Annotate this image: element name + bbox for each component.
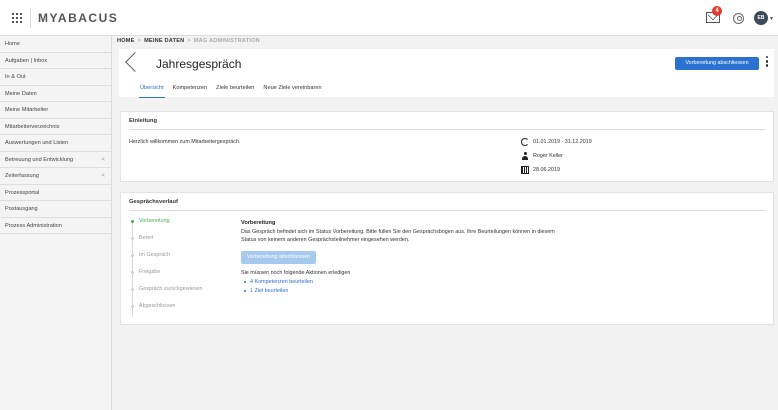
tab-neue-ziele[interactable]: Neue Ziele vereinbaren [263,83,321,97]
cycle-icon [521,138,529,146]
breadcrumb-meine-daten[interactable]: MEINE DATEN [144,38,184,44]
sidebar-item-label: Meine Daten [5,90,37,97]
sidebar-item-label: In & Out [5,74,26,80]
chevron-down-icon[interactable]: ▾ [770,15,773,22]
breadcrumb-separator: > [137,38,142,44]
chevron-left-icon: < [101,156,105,163]
step-vorbereitung: Vorbereitung [131,218,170,224]
sidebar-item-zeiterfassung[interactable]: Zeiterfassung < [0,168,111,185]
tab-uebersicht[interactable]: Übersicht [139,83,165,98]
tab-bar: Übersicht Kompetenzen Ziele beurteilen N… [139,83,331,98]
app-logo[interactable]: MYABACUS [38,11,118,25]
step-bereit: Bereit [131,235,153,241]
divider [129,129,765,130]
sidebar: Home Aufgaben | Inbox In & Out Meine Dat… [0,36,112,410]
breadcrumb-current: MAG ADMINISTRATION [193,38,260,44]
bullet-icon [244,289,246,292]
welcome-text: Herzlich willkommen zum Mitarbeitergespr… [129,139,241,145]
calendar-icon [521,166,529,174]
page-header: Jahresgespräch Vorbereitung abschliessen… [119,49,774,98]
status-description: Das Gespräch befindet sich im Status Vor… [241,229,555,244]
main-content: HOME > MEINE DATEN > MAG ADMINISTRATION Jahr… [112,36,778,410]
step-im-gespraech: Im Gespräch [131,252,170,258]
sidebar-item-label: Postausgang [5,206,38,212]
finish-preparation-disabled-button[interactable]: Vorbereitung abschliessen [241,251,316,264]
sidebar-item-prozess-administration[interactable]: Prozess Administration [0,218,111,234]
sidebar-item-label: Meine Mitarbeiter [5,107,49,113]
sidebar-item-label: Prozess Administration [5,222,62,229]
chevron-left-icon: < [101,173,105,179]
sidebar-item-label: Home [5,41,20,47]
action-link-ziel[interactable]: 1 Ziel beurteilen [244,288,288,294]
step-abgeschlossen: Abgeschlossen [131,303,176,309]
divider [129,210,765,211]
user-circle-icon[interactable] [733,13,744,24]
breadcrumb: HOME > MEINE DATEN > MAG ADMINISTRATION [117,38,260,44]
logo-divider [30,8,31,28]
sidebar-item-auswertungen[interactable]: Auswertungen und Listen [0,135,111,152]
intro-card: Einleitung Herzlich willkommen zum Mitar… [120,111,774,182]
bullet-icon [244,280,246,283]
sidebar-item-postausgang[interactable]: Postausgang [0,201,111,218]
person-icon [521,152,529,160]
mail-count-badge: 4 [712,6,722,16]
person-text: Roger Keller [533,153,563,159]
sidebar-item-label: Betreuung und Entwicklung [5,156,74,163]
more-options-icon[interactable] [765,56,769,70]
status-title: Vorbereitung [241,220,276,226]
apps-grid-icon[interactable] [12,13,22,23]
sidebar-item-label: Mitarbeiterverzeichnis [5,123,60,130]
back-chevron-icon[interactable] [125,52,145,72]
sidebar-item-home[interactable]: Home [0,36,111,53]
sidebar-item-prozessportal[interactable]: Prozessportal [0,185,111,201]
page-title: Jahresgespräch [156,57,242,71]
sidebar-item-meine-mitarbeiter[interactable]: Meine Mitarbeiter [0,102,111,119]
date-text: 28.06.2019 [533,167,560,173]
tab-ziele-beurteilen[interactable]: Ziele beurteilen [216,83,254,97]
sidebar-item-in-out[interactable]: In & Out [0,69,111,86]
sidebar-item-mitarbeiterverzeichnis[interactable]: Mitarbeiterverzeichnis [0,119,111,135]
tab-kompetenzen[interactable]: Kompetenzen [173,83,208,97]
avatar[interactable]: EB [754,11,768,25]
sidebar-item-meine-daten[interactable]: Meine Daten [0,86,111,102]
action-link-label: 1 Ziel beurteilen [250,288,289,294]
finish-preparation-button[interactable]: Vorbereitung abschliessen [675,57,759,70]
sidebar-item-label: Zeiterfassung [5,173,39,179]
actions-label: Sie müssen noch folgende Aktionen erledi… [241,270,351,276]
intro-title: Einleitung [129,118,158,124]
breadcrumb-separator: > [187,38,191,44]
action-link-kompetenzen[interactable]: 4 Kompetenzen beurteilen [244,279,313,285]
sidebar-item-betreuung[interactable]: Betreuung und Entwicklung < [0,152,111,168]
top-bar: MYABACUS 4 EB ▾ [0,0,778,36]
sidebar-item-label: Prozessportal [5,189,40,196]
process-card: Gesprächsverlauf Vorbereitung Bereit Im … [120,192,774,325]
step-freigabe: Freigabe [131,269,160,275]
sidebar-item-inbox[interactable]: Aufgaben | Inbox [0,53,111,69]
process-title: Gesprächsverlauf [129,199,178,205]
sidebar-item-label: Aufgaben | Inbox [5,57,48,64]
step-zurueckgewiesen: Gespräch zurückgewiesen [131,286,203,292]
breadcrumb-home[interactable]: HOME [117,38,135,44]
sidebar-item-label: Auswertungen und Listen [5,140,69,146]
action-link-label: 4 Kompetenzen beurteilen [250,279,313,285]
period-text: 01.01.2019 - 31.12.2019 [533,139,592,145]
